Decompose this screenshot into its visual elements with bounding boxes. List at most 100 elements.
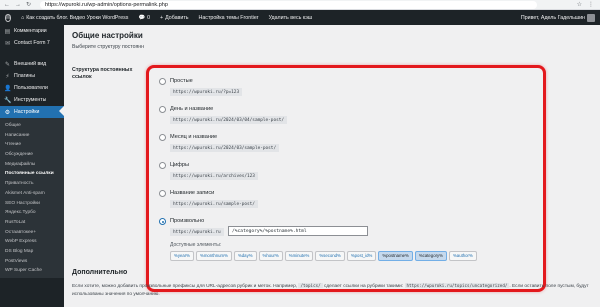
submenu-postviews[interactable]: PostViews bbox=[0, 257, 64, 267]
additional-description: Если хотите, можно добавить произвольные… bbox=[72, 282, 592, 299]
sidebar-item-contact-form[interactable]: ✉ Contact Form 7 bbox=[0, 37, 64, 49]
custom-structure-input[interactable]: /%category%/%postname%.html bbox=[228, 226, 368, 236]
clear-cache-link[interactable]: Удалить весь кэш bbox=[264, 15, 318, 21]
intro-text: Выберите структуру постоянн bbox=[72, 44, 144, 50]
submenu-seo[interactable]: SEO Настройки bbox=[0, 199, 64, 209]
submenu-reading[interactable]: Чтение bbox=[0, 140, 64, 150]
wp-logo-menu[interactable]: W bbox=[0, 13, 16, 22]
tag-author-button[interactable]: %author% bbox=[448, 251, 477, 261]
admin-sidebar: ▤ Комментарии ✉ Contact Form 7 ✎ Внешний ви… bbox=[0, 25, 64, 307]
tag-year-button[interactable]: %year% bbox=[170, 251, 195, 261]
submenu-ds-blog-map[interactable]: DS Blog Map bbox=[0, 247, 64, 257]
para-code: https://wpuroki.ru/topics/uncategorized/ bbox=[404, 283, 510, 288]
option-label[interactable]: Цифры bbox=[170, 162, 189, 168]
additional-heading: Дополнительно bbox=[72, 269, 128, 276]
sidebar-item-label: Пользователи bbox=[14, 85, 48, 91]
browser-nav: ← → ↻ bbox=[0, 0, 40, 10]
option-label[interactable]: День и название bbox=[170, 106, 213, 112]
comment-icon: 💬 bbox=[138, 14, 146, 21]
submenu-privacy[interactable]: Приватность bbox=[0, 179, 64, 189]
admin-bar: W ⌂ Как создать блог. Видео Уроки WordPre… bbox=[0, 10, 600, 25]
tag-minute-button[interactable]: %minute% bbox=[284, 251, 314, 261]
option-label[interactable]: Название записи bbox=[170, 190, 214, 196]
sidebar-item-plugins[interactable]: ⚡ Плагины bbox=[0, 70, 64, 82]
para-code: /topics/ bbox=[298, 283, 323, 288]
submenu-media[interactable]: Медиафайлы bbox=[0, 160, 64, 170]
account-menu[interactable]: Привет, Адель Гадельшин bbox=[516, 13, 600, 22]
theme-settings-label: Настройка темы Frontier bbox=[198, 14, 259, 21]
option-label[interactable]: Произвольно bbox=[170, 218, 204, 224]
main-content: Общие настройки Выберите структуру посто… bbox=[64, 25, 600, 307]
envelope-icon: ✉ bbox=[4, 40, 11, 47]
radio-custom[interactable] bbox=[159, 218, 166, 225]
browser-toolbar: ← → ↻ https://wpuroki.ru/wp-admin/option… bbox=[0, 0, 600, 10]
radio-plain[interactable] bbox=[159, 78, 166, 85]
sidebar-item-label: Комментарии bbox=[14, 28, 47, 34]
address-bar[interactable]: https://wpuroki.ru/wp-admin/options-perm… bbox=[40, 0, 537, 9]
radio-numeric[interactable] bbox=[159, 162, 166, 169]
option-example: https://wpuroki.ru/archives/123 bbox=[170, 172, 258, 180]
submenu-akismet[interactable]: Akismet Anti-spam bbox=[0, 189, 64, 199]
submenu-permalinks[interactable]: Постоянные ссылки bbox=[0, 169, 64, 179]
tag-day-button[interactable]: %day% bbox=[233, 251, 257, 261]
menu-icon[interactable]: ⋮ bbox=[588, 1, 594, 8]
arrow-left-icon[interactable]: ← bbox=[4, 0, 10, 10]
sidebar-item-settings[interactable]: ⚙ Настройки bbox=[0, 106, 64, 118]
sidebar-item-label: Внешний вид bbox=[14, 61, 47, 67]
sidebar-item-comments[interactable]: ▤ Комментарии bbox=[0, 25, 64, 37]
comments-count: 0 bbox=[147, 14, 151, 21]
tag-category-button[interactable]: %category% bbox=[414, 251, 447, 261]
sidebar-item-users[interactable]: 👤 Пользователи bbox=[0, 82, 64, 94]
option-example: https://wpuroki.ru/2024/03/sample-post/ bbox=[170, 144, 280, 152]
settings-icon: ⚙ bbox=[4, 109, 11, 116]
page-title: Общие настройки bbox=[72, 31, 143, 40]
radio-post-name[interactable] bbox=[159, 190, 166, 197]
tag-post-id-button[interactable]: %post_id% bbox=[346, 251, 377, 261]
star-icon[interactable]: ☆ bbox=[577, 1, 582, 8]
option-example: https://wpuroki.ru/?p=123 bbox=[170, 88, 243, 96]
sidebar-item-label: Contact Form 7 bbox=[14, 40, 50, 46]
tag-postname-button[interactable]: %postname% bbox=[378, 251, 413, 261]
site-name-link[interactable]: ⌂ Как создать блог. Видео Уроки WordPress bbox=[16, 15, 133, 21]
submenu-writing[interactable]: Написание bbox=[0, 131, 64, 141]
submenu-webp-express[interactable]: WebP Express bbox=[0, 237, 64, 247]
submenu-wp-super-cache[interactable]: WP Super Cache bbox=[0, 266, 64, 276]
permalink-options-panel: Простые https://wpuroki.ru/?p=123 День и… bbox=[146, 65, 546, 292]
option-label[interactable]: Простые bbox=[170, 78, 193, 84]
users-icon: 👤 bbox=[4, 85, 12, 92]
tag-hour-button[interactable]: %hour% bbox=[258, 251, 283, 261]
home-icon: ⌂ bbox=[21, 14, 25, 21]
arrow-right-icon[interactable]: → bbox=[15, 0, 21, 10]
radio-day-name[interactable] bbox=[159, 106, 166, 113]
theme-settings-link[interactable]: Настройка темы Frontier bbox=[194, 15, 264, 21]
tag-monthnum-button[interactable]: %monthnum% bbox=[196, 251, 232, 261]
comments-link[interactable]: 💬 0 bbox=[133, 15, 155, 21]
submenu-rustolat[interactable]: RusToLat bbox=[0, 218, 64, 228]
submenu-discussion[interactable]: Обсуждение bbox=[0, 150, 64, 160]
add-new-label: Добавить bbox=[165, 14, 189, 21]
wordpress-icon: W bbox=[4, 13, 12, 22]
custom-base-url: https://wpuroki.ru bbox=[170, 228, 224, 236]
radio-month-name[interactable] bbox=[159, 134, 166, 141]
sidebar-item-tools[interactable]: 🔧 Инструменты bbox=[0, 94, 64, 106]
greeting: Привет, Адель Гадельшин bbox=[520, 14, 585, 21]
sidebar-item-label: Инструменты bbox=[14, 97, 47, 103]
plus-icon: + bbox=[160, 14, 164, 21]
sidebar-item-appearance[interactable]: ✎ Внешний вид bbox=[0, 58, 64, 70]
brush-icon: ✎ bbox=[4, 61, 11, 68]
settings-submenu: Общие Написание Чтение Обсуждение Медиаф… bbox=[0, 118, 64, 278]
sidebar-item-label: Настройки bbox=[14, 109, 40, 115]
sidebar-item-label: Плагины bbox=[14, 73, 36, 79]
submenu-ostaavtokee[interactable]: Остаавтокее+ bbox=[0, 228, 64, 238]
option-example: https://wpuroki.ru/sample-post/ bbox=[170, 200, 258, 208]
option-label[interactable]: Месяц и название bbox=[170, 134, 217, 140]
plugin-icon: ⚡ bbox=[5, 73, 10, 80]
tag-second-button[interactable]: %second% bbox=[315, 251, 345, 261]
permalink-structure-label: Структура постоянных ссылок bbox=[72, 67, 133, 80]
reload-icon[interactable]: ↻ bbox=[26, 0, 31, 10]
option-example: https://wpuroki.ru/2024/03/04/sample-pos… bbox=[170, 116, 288, 124]
submenu-general[interactable]: Общие bbox=[0, 121, 64, 131]
submenu-yandex-turbo[interactable]: Яндекс.Турбо bbox=[0, 208, 64, 218]
tag-buttons: %year% %monthnum% %day% %hour% %minute% … bbox=[170, 251, 477, 261]
add-new-link[interactable]: + Добавить bbox=[155, 15, 194, 21]
